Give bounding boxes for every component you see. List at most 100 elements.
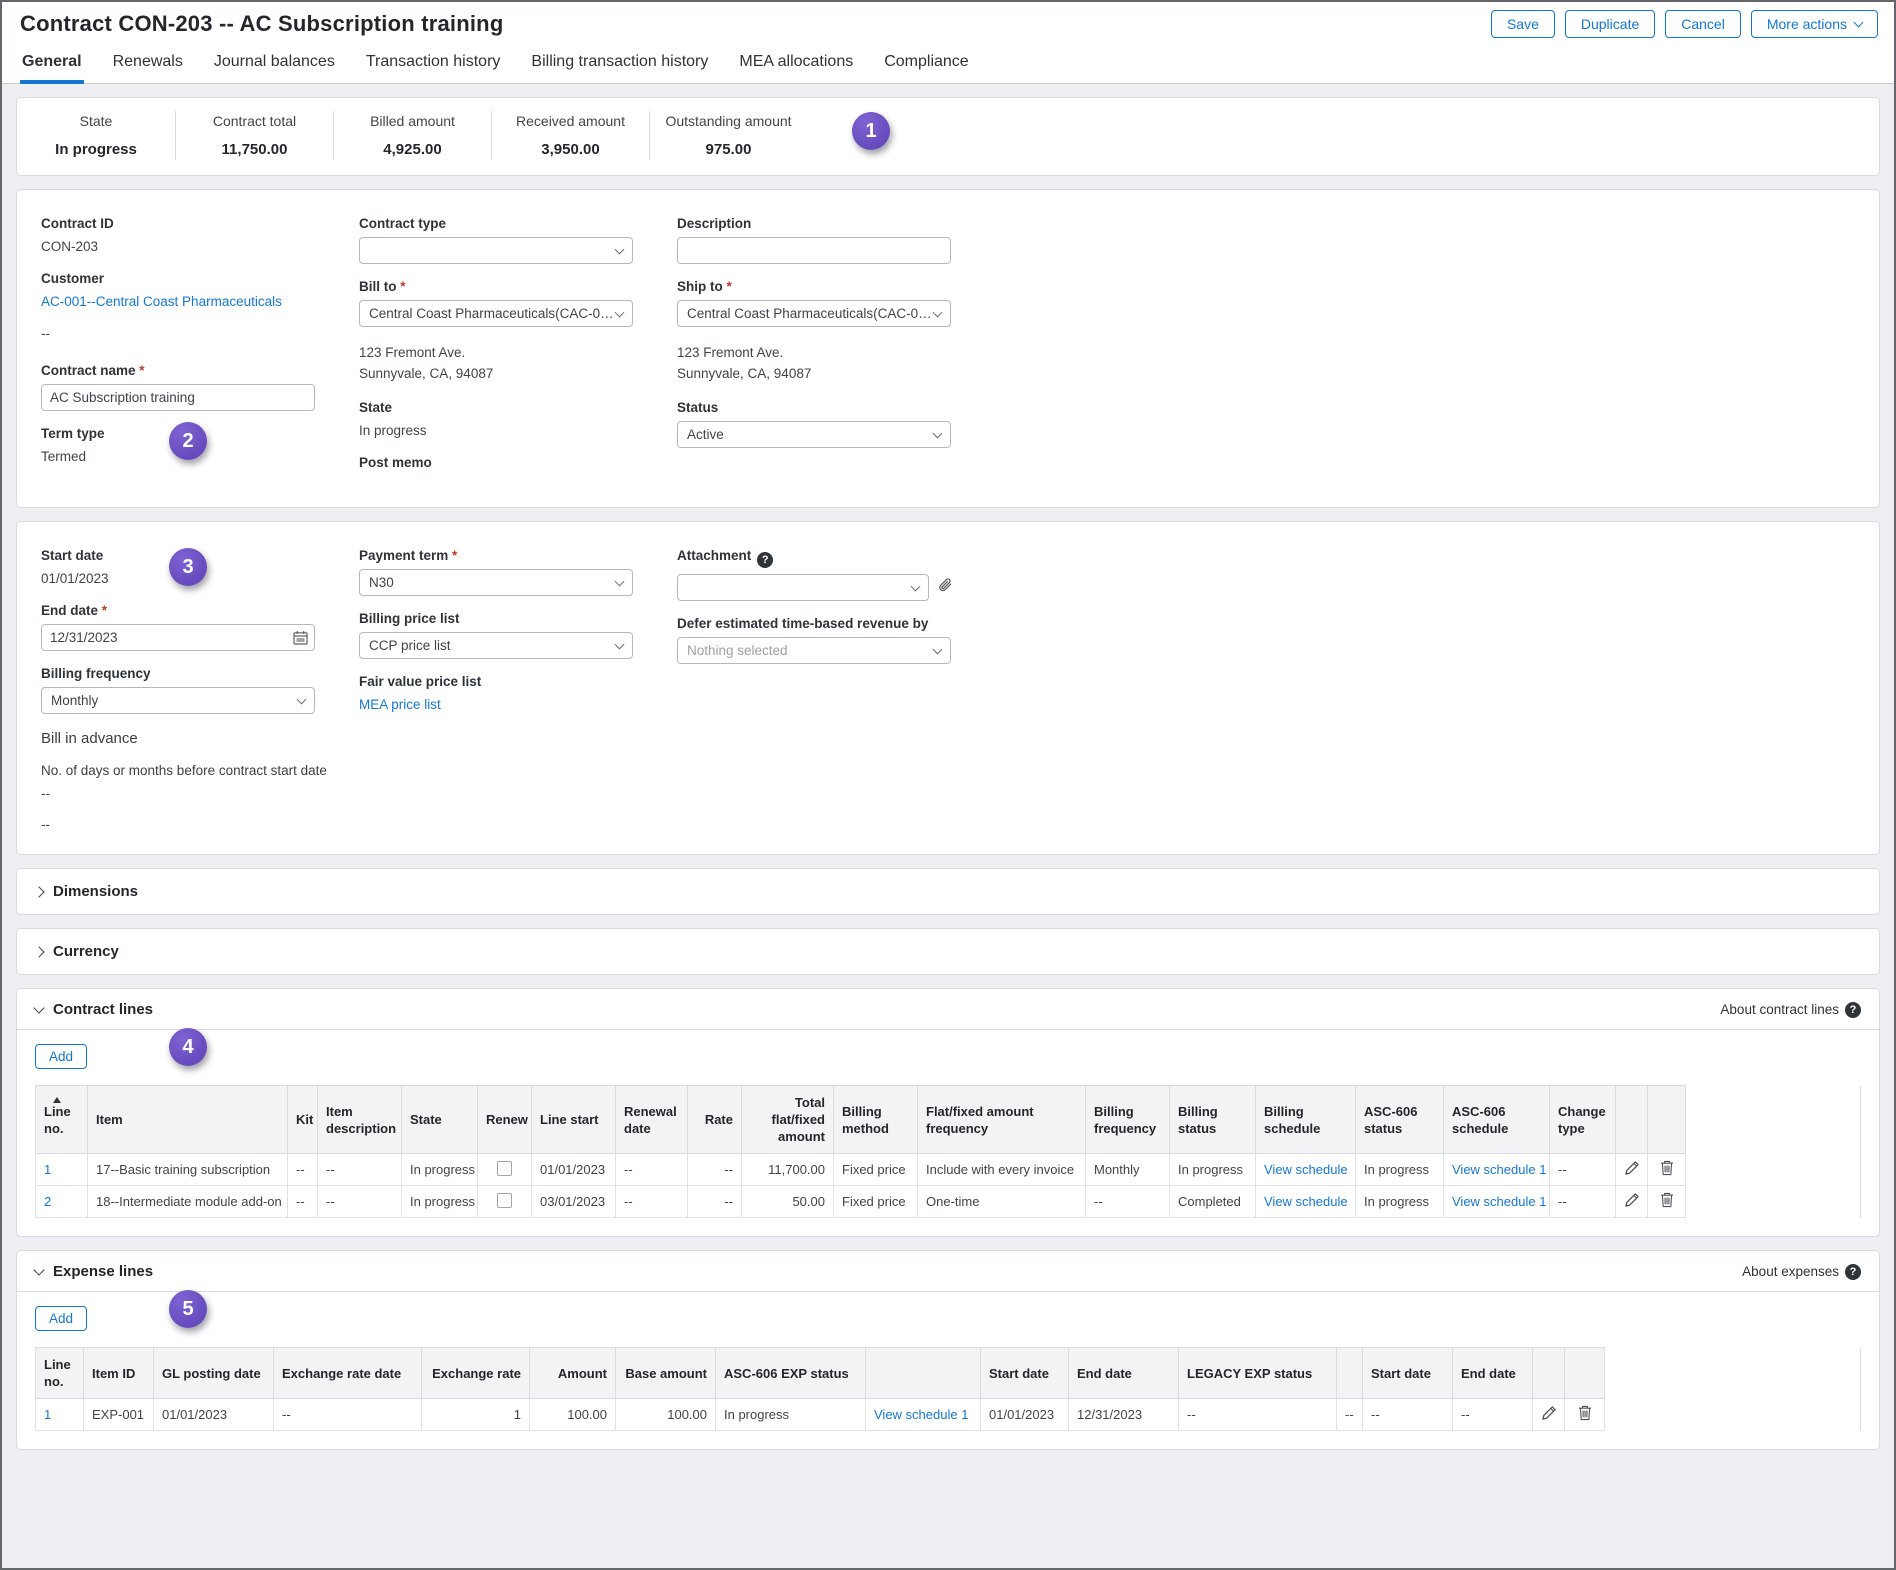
- summary-stat-outstanding-amount: Outstanding amount975.00: [649, 111, 807, 160]
- col-header-edit: [1533, 1348, 1565, 1399]
- col-header-asc606_status: ASC-606 status: [1356, 1086, 1444, 1154]
- days-value-2: --: [41, 817, 341, 832]
- paperclip-icon[interactable]: [937, 577, 954, 599]
- attachment-label: Attachment: [677, 548, 997, 568]
- billing-frequency-select[interactable]: Monthly: [41, 687, 315, 714]
- renew-checkbox[interactable]: [497, 1161, 512, 1176]
- col-header-schedule: [866, 1348, 981, 1399]
- chevron-right-icon: [33, 946, 44, 957]
- col-header-filler: [1605, 1348, 1861, 1399]
- cell-start_date2: --: [1363, 1399, 1453, 1431]
- billing_schedule-link[interactable]: View schedule: [1264, 1194, 1348, 1209]
- description-input[interactable]: [677, 237, 951, 264]
- cell-billing_method: Fixed price: [834, 1186, 918, 1218]
- chevron-down-icon: [933, 428, 943, 438]
- col-header-end_date: End date: [1069, 1348, 1179, 1399]
- col-header-amount: Amount: [530, 1348, 616, 1399]
- dates-col-2: Payment term N30 Billing price list CCP …: [359, 548, 659, 832]
- col-header-item: Item: [88, 1086, 288, 1154]
- col-header-item_description: Item description: [318, 1086, 402, 1154]
- customer-link[interactable]: AC-001--Central Coast Pharmaceuticals: [41, 292, 341, 311]
- general-col-2: Contract type Bill to Central Coast Phar…: [359, 216, 659, 485]
- tab-compliance[interactable]: Compliance: [882, 42, 970, 84]
- summary-stat-billed-amount: Billed amount4,925.00: [333, 111, 491, 160]
- delete-trash-icon[interactable]: [1578, 1405, 1592, 1421]
- delete-trash-icon[interactable]: [1660, 1192, 1674, 1208]
- chevron-down-icon: [933, 644, 943, 654]
- contract-lines-add-button[interactable]: Add: [35, 1044, 87, 1069]
- line_no-link[interactable]: 2: [44, 1194, 51, 1209]
- expense-lines-add-button[interactable]: Add: [35, 1306, 87, 1331]
- renew-checkbox[interactable]: [497, 1193, 512, 1208]
- col-header-line_no[interactable]: Line no.: [36, 1086, 88, 1154]
- cell-item_description: --: [318, 1154, 402, 1186]
- cell-renewal_date: --: [616, 1186, 688, 1218]
- tab-general[interactable]: General: [20, 42, 84, 84]
- currency-section-toggle[interactable]: Currency: [16, 928, 1880, 975]
- tab-billing-transaction-history[interactable]: Billing transaction history: [529, 42, 710, 84]
- cell-billing_method: Fixed price: [834, 1154, 918, 1186]
- defer-revenue-select[interactable]: Nothing selected: [677, 637, 951, 664]
- tab-transaction-history[interactable]: Transaction history: [364, 42, 503, 84]
- top-bar: Contract CON-203 -- AC Subscription trai…: [2, 2, 1894, 42]
- chevron-down-icon: [297, 694, 307, 704]
- cell-trash: [1565, 1399, 1605, 1431]
- help-icon[interactable]: [757, 552, 773, 568]
- end-date-input[interactable]: [41, 624, 315, 651]
- line_no-link[interactable]: 1: [44, 1407, 51, 1422]
- dates-col-1: Start date 01/01/2023 3 End date Billing…: [41, 548, 341, 832]
- edit-pencil-icon[interactable]: [1624, 1192, 1640, 1208]
- line_no-link[interactable]: 1: [44, 1162, 51, 1177]
- contract-id-value: CON-203: [41, 237, 341, 256]
- about-contract-lines-link[interactable]: About contract lines: [1720, 1002, 1861, 1018]
- col-header-asc606_exp_status: ASC-606 EXP status: [716, 1348, 866, 1399]
- status-select[interactable]: Active: [677, 421, 951, 448]
- contract-name-input[interactable]: [41, 384, 315, 411]
- ship-to-select[interactable]: Central Coast Pharmaceuticals(CAC-001): [677, 300, 951, 327]
- contract-type-select[interactable]: [359, 237, 633, 264]
- contract-id-label: Contract ID: [41, 216, 341, 231]
- tab-journal-balances[interactable]: Journal balances: [212, 42, 337, 84]
- billing-price-list-select[interactable]: CCP price list: [359, 632, 633, 659]
- cell-billing_status: In progress: [1170, 1154, 1256, 1186]
- help-icon: [1845, 1264, 1861, 1280]
- expense-lines-toggle[interactable]: Expense lines: [35, 1263, 153, 1280]
- attachment-select[interactable]: [677, 574, 929, 601]
- col-header-line_start: Line start: [532, 1086, 616, 1154]
- defer-revenue-label: Defer estimated time-based revenue by: [677, 616, 997, 631]
- dates-col-3: Attachment Defer estimated time-based re…: [677, 548, 997, 832]
- cell-billing_frequency: Monthly: [1086, 1154, 1170, 1186]
- callout-badge-1: 1: [852, 112, 890, 150]
- state-label: State: [359, 400, 659, 415]
- cell-change_type: --: [1550, 1186, 1616, 1218]
- schedule-link[interactable]: View schedule 1: [874, 1407, 968, 1422]
- mea-price-list-link[interactable]: MEA price list: [359, 695, 659, 714]
- tab-bar: General Renewals Journal balances Transacti…: [2, 42, 1894, 84]
- billing_schedule-link[interactable]: View schedule: [1264, 1162, 1348, 1177]
- cell-billing_schedule: View schedule: [1256, 1186, 1356, 1218]
- col-header-exchange_rate: Exchange rate: [422, 1348, 530, 1399]
- duplicate-button[interactable]: Duplicate: [1565, 10, 1655, 38]
- tab-mea-allocations[interactable]: MEA allocations: [737, 42, 855, 84]
- chevron-right-icon: [33, 886, 44, 897]
- cell-blank: --: [1337, 1399, 1363, 1431]
- edit-pencil-icon[interactable]: [1541, 1405, 1557, 1421]
- contract-lines-toggle[interactable]: Contract lines: [35, 1001, 153, 1018]
- delete-trash-icon[interactable]: [1660, 1160, 1674, 1176]
- tab-renewals[interactable]: Renewals: [111, 42, 185, 84]
- dimensions-section-toggle[interactable]: Dimensions: [16, 868, 1880, 915]
- cancel-button[interactable]: Cancel: [1665, 10, 1741, 38]
- contract-name-label: Contract name: [41, 363, 341, 378]
- asc606_schedule-link[interactable]: View schedule 1: [1452, 1162, 1546, 1177]
- payment-term-select[interactable]: N30: [359, 569, 633, 596]
- col-header-trash: [1648, 1086, 1686, 1154]
- calendar-icon[interactable]: [293, 630, 308, 650]
- about-expenses-link[interactable]: About expenses: [1742, 1264, 1861, 1280]
- asc606_schedule-link[interactable]: View schedule 1: [1452, 1194, 1546, 1209]
- bill-to-select[interactable]: Central Coast Pharmaceuticals(CAC-001): [359, 300, 633, 327]
- save-button[interactable]: Save: [1491, 10, 1555, 38]
- callout-badge-5: 5: [169, 1290, 207, 1328]
- more-actions-button[interactable]: More actions: [1751, 10, 1878, 38]
- edit-pencil-icon[interactable]: [1624, 1160, 1640, 1176]
- cell-billing_frequency: --: [1086, 1186, 1170, 1218]
